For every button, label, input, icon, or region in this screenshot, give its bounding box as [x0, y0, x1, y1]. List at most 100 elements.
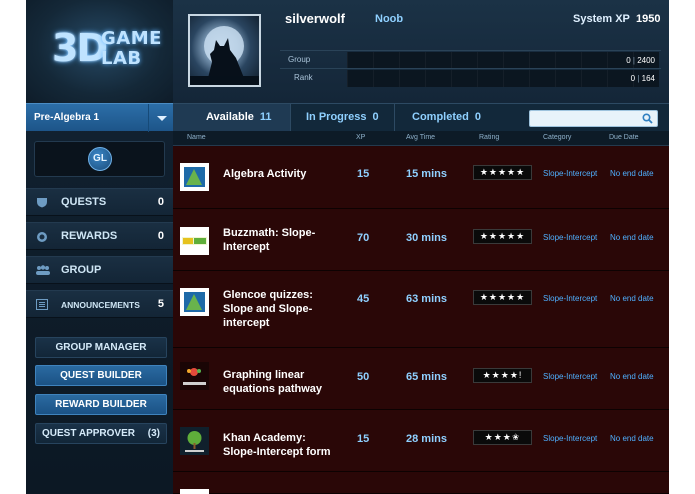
quest-time: 15 mins	[406, 168, 447, 180]
col-name[interactable]: Name	[187, 134, 206, 141]
quest-due-date: No end date	[610, 372, 654, 381]
quest-rating: ★★★★!	[473, 368, 532, 383]
quest-list-panel: Available 11 In Progress 0 Completed 0 Name…	[173, 103, 669, 494]
quest-category[interactable]: Slope-Intercept	[543, 434, 597, 443]
quest-rating: ★★★★★	[473, 290, 532, 305]
group-manager-button[interactable]: GROUP MANAGER	[35, 337, 167, 358]
quest-builder-button[interactable]: QUEST BUILDER	[35, 365, 167, 386]
col-xp[interactable]: XP	[356, 134, 365, 141]
wolf-avatar-icon	[190, 26, 259, 85]
rewards-count: 0	[157, 230, 164, 242]
rank-stat-value: 0 | 164	[630, 74, 655, 83]
logo-game-text: GAME	[101, 28, 162, 49]
logo[interactable]: 3D GAME LAB	[26, 0, 173, 103]
tab-available-count: 11	[259, 111, 272, 123]
col-avg-time[interactable]: Avg Time	[406, 134, 435, 141]
logo-lab-text: LAB	[101, 48, 142, 69]
gl-panel: GL	[34, 141, 165, 177]
quests-count: 0	[157, 196, 164, 208]
sidebar-item-label: GROUP	[61, 264, 102, 276]
quest-time: 28 mins	[406, 433, 447, 445]
quest-due-date: No end date	[610, 169, 654, 178]
chevron-down-icon[interactable]	[148, 104, 173, 132]
system-xp-label: System XP	[573, 13, 630, 25]
sidebar-item-label: ANNOUNCEMENTS	[61, 300, 140, 310]
sidebar-item-group[interactable]: GROUP	[26, 256, 173, 284]
quest-category[interactable]: Slope-Intercept	[543, 169, 597, 178]
quest-title[interactable]: Khan Academy: Slope-Intercept form	[223, 431, 333, 459]
quest-approver-label: QUEST APPROVER	[42, 428, 135, 439]
avatar[interactable]	[188, 14, 261, 87]
algebra-activity-thumb	[180, 163, 209, 191]
quest-title[interactable]: Glencoe quizzes: Slope and Slope-interce…	[223, 288, 333, 330]
gl-badge-icon[interactable]: GL	[88, 147, 112, 171]
system-xp-value: 1950	[636, 13, 661, 25]
sidebar-item-announcements[interactable]: ANNOUNCEMENTS 5	[26, 290, 173, 318]
tab-completed-label: Completed	[412, 111, 469, 123]
table-row[interactable]: Graphing linear equations pathway 50 65 …	[173, 348, 669, 410]
profile-header: silverwolf Noob System XP 1950 Group 0 |…	[173, 0, 669, 103]
search-input[interactable]	[534, 112, 638, 125]
quest-category[interactable]: Slope-Intercept	[543, 372, 597, 381]
quest-due-date: No end date	[610, 434, 654, 443]
quest-time: 65 mins	[406, 371, 447, 383]
tab-in-progress[interactable]: In Progress 0	[291, 104, 394, 132]
tab-bar: Available 11 In Progress 0 Completed 0	[173, 103, 669, 132]
announcements-count: 5	[157, 298, 164, 310]
group-stat-row: Group 0 | 2400	[280, 50, 661, 69]
tab-available[interactable]: Available 11	[173, 104, 290, 132]
username: silverwolf	[285, 11, 345, 26]
tab-available-label: Available	[206, 111, 254, 123]
rank-progress-bar: 0 | 164	[347, 70, 659, 87]
quest-approver-count: (3)	[147, 428, 160, 439]
table-row[interactable]: Glencoe quizzes: Slope and Slope-interce…	[173, 271, 669, 348]
quest-category[interactable]: Slope-Intercept	[543, 233, 597, 242]
quest-xp: 50	[357, 371, 370, 383]
tab-completed[interactable]: Completed 0	[395, 104, 500, 132]
course-dropdown[interactable]: Pre-Algebra 1	[26, 103, 173, 132]
quest-time: 30 mins	[406, 232, 447, 244]
quest-xp: 70	[357, 232, 370, 244]
col-category[interactable]: Category	[543, 134, 571, 141]
col-rating[interactable]: Rating	[479, 134, 499, 141]
table-row[interactable]: Algebra Activity 15 15 mins ★★★★★ Slope-…	[173, 147, 669, 209]
quest-due-date: No end date	[610, 294, 654, 303]
rank-stat-label: Rank	[294, 73, 313, 82]
tab-in-progress-count: 0	[372, 111, 379, 123]
sidebar-item-label: REWARDS	[61, 230, 118, 242]
group-icon	[35, 265, 51, 276]
group-stat-value: 0 | 2400	[626, 56, 655, 65]
reward-builder-button[interactable]: REWARD BUILDER	[35, 394, 167, 415]
table-row[interactable]: Khan Academy: Slope-Intercept form 15 28…	[173, 410, 669, 472]
table-row[interactable]	[173, 472, 669, 494]
quest-xp: 45	[357, 293, 370, 305]
search-box[interactable]	[529, 110, 658, 127]
quest-xp: 15	[357, 433, 370, 445]
buzzmath-thumb	[180, 227, 209, 255]
quest-rating: ★★★★★	[473, 165, 532, 180]
tab-in-progress-label: In Progress	[306, 111, 367, 123]
quest-category[interactable]: Slope-Intercept	[543, 294, 597, 303]
badge-icon	[36, 231, 48, 242]
khan-academy-thumb	[180, 427, 209, 455]
quest-title[interactable]: Buzzmath: Slope-Intercept	[223, 226, 333, 254]
sidebar-item-label: QUESTS	[61, 196, 107, 208]
logo-3d-text: 3D	[52, 26, 108, 70]
rank-stat-row: Rank 0 | 164	[280, 68, 661, 87]
course-dropdown-label: Pre-Algebra 1	[34, 112, 100, 123]
sidebar-item-quests[interactable]: QUESTS 0	[26, 188, 173, 216]
glencoe-thumb	[180, 288, 209, 316]
quest-title[interactable]: Graphing linear equations pathway	[223, 368, 333, 396]
announcement-icon	[36, 299, 48, 310]
search-icon[interactable]	[642, 113, 653, 124]
shield-icon	[36, 197, 48, 208]
quest-title[interactable]: Algebra Activity	[223, 167, 333, 181]
col-due-date[interactable]: Due Date	[609, 134, 639, 141]
quest-rating: ★★★★★	[473, 229, 532, 244]
table-header: Name XP Avg Time Rating Category Due Dat…	[173, 131, 669, 146]
sidebar: 3D GAME LAB Pre-Algebra 1 GL QUESTS 0 RE…	[26, 0, 173, 494]
quest-rating: ★★★✬	[473, 430, 532, 445]
sidebar-item-rewards[interactable]: REWARDS 0	[26, 222, 173, 250]
table-row[interactable]: Buzzmath: Slope-Intercept 70 30 mins ★★★…	[173, 209, 669, 271]
quest-approver-button[interactable]: QUEST APPROVER (3)	[35, 423, 167, 444]
